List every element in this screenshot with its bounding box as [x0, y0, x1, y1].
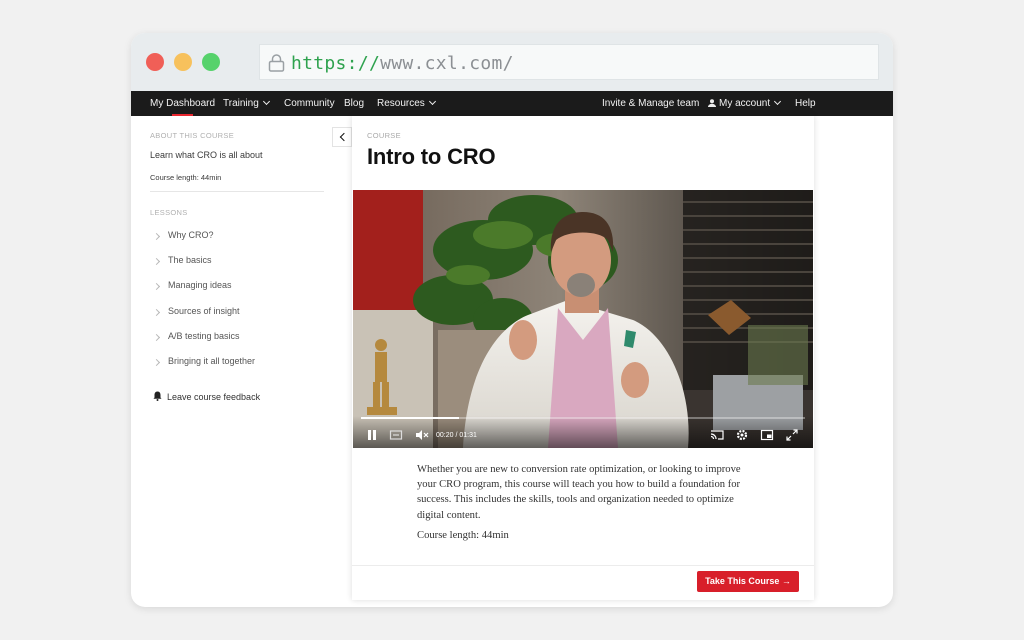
course-card: COURSE Intro to CRO 00:20 / 01:31 Whethe… [352, 116, 814, 600]
nav-help-label: Help [795, 98, 816, 109]
lock-icon [268, 54, 285, 72]
chevron-right-icon [152, 232, 161, 241]
cast-icon[interactable] [710, 428, 724, 442]
about-course-text: Learn what CRO is all about [150, 150, 263, 160]
nav-community-label: Community [284, 98, 335, 109]
nav-resources-label: Resources [377, 98, 425, 109]
nav-invite-label: Invite & Manage team [602, 98, 700, 109]
nav-community[interactable]: Community [284, 91, 335, 116]
pause-icon[interactable] [365, 428, 379, 442]
lesson-label: A/B testing basics [168, 331, 240, 341]
maximize-window-button[interactable] [202, 53, 220, 71]
settings-gear-icon[interactable] [735, 428, 749, 442]
nav-blog-label: Blog [344, 98, 365, 109]
subtitles-icon[interactable] [389, 428, 403, 442]
chevron-right-icon [152, 308, 161, 317]
minimize-window-button[interactable] [174, 53, 192, 71]
user-icon [708, 99, 716, 107]
leave-feedback-label: Leave course feedback [167, 392, 261, 402]
url-scheme: https:// [291, 53, 381, 74]
browser-chrome: https://www.cxl.com/ [131, 33, 893, 91]
lesson-label: Why CRO? [168, 230, 214, 240]
lesson-item[interactable]: Sources of insight [150, 306, 330, 324]
browser-window: https://www.cxl.com/ My Dashboard Traini… [131, 33, 893, 607]
lesson-item[interactable]: Why CRO? [150, 230, 330, 248]
chevron-down-icon [428, 97, 436, 106]
nav-blog[interactable]: Blog [344, 91, 364, 116]
lesson-label: The basics [168, 255, 212, 265]
card-footer-divider [352, 565, 814, 566]
url-text: https://www.cxl.com/ [291, 53, 514, 74]
video-progress-bar[interactable] [361, 417, 805, 419]
nav-help[interactable]: Help [795, 91, 816, 116]
chevron-right-icon [152, 358, 161, 367]
chevron-right-icon [152, 333, 161, 342]
picture-in-picture-icon[interactable] [760, 428, 774, 442]
sidebar-course-length: Course length: 44min [150, 173, 222, 182]
chevron-down-icon [774, 97, 782, 106]
chevron-right-icon [152, 257, 161, 266]
page-title: Intro to CRO [367, 144, 496, 169]
lesson-item[interactable]: Managing ideas [150, 280, 330, 298]
nav-training-label: Training [223, 98, 259, 109]
lesson-item[interactable]: Bringing it all together [150, 356, 330, 374]
nav-my-dashboard[interactable]: My Dashboard [150, 91, 215, 116]
address-bar[interactable]: https://www.cxl.com/ [259, 44, 879, 80]
nav-my-account-label: My account [719, 98, 771, 109]
course-sidebar: ABOUT THIS COURSE Learn what CRO is all … [131, 116, 352, 607]
lesson-item[interactable]: The basics [150, 255, 330, 273]
course-description: Whether you are new to conversion rate o… [417, 464, 741, 521]
chevron-right-icon [152, 282, 161, 291]
fullscreen-icon[interactable] [785, 428, 799, 442]
video-time-separator: / [455, 432, 458, 439]
video-time: 00:20 / 01:31 [436, 432, 477, 439]
about-course-heading: ABOUT THIS COURSE [150, 131, 235, 140]
nav-my-account[interactable]: My account [708, 91, 782, 116]
chevron-down-icon [262, 97, 270, 106]
sidebar-divider [150, 191, 324, 192]
bell-icon [153, 391, 162, 401]
nav-resources[interactable]: Resources [377, 91, 436, 116]
nav-training[interactable]: Training [223, 91, 270, 116]
video-player[interactable]: 00:20 / 01:31 [353, 190, 813, 448]
course-label: COURSE [367, 131, 401, 140]
lesson-item[interactable]: A/B testing basics [150, 331, 330, 349]
course-length: Course length: 44min [417, 530, 509, 541]
video-current-time: 00:20 [436, 432, 454, 439]
nav-invite-manage-team[interactable]: Invite & Manage team [602, 91, 699, 116]
video-duration: 01:31 [459, 432, 477, 439]
lesson-label: Managing ideas [168, 280, 232, 290]
leave-feedback-link[interactable]: Leave course feedback [153, 391, 260, 402]
chevron-left-icon [339, 132, 348, 142]
close-window-button[interactable] [146, 53, 164, 71]
nav-my-dashboard-label: My Dashboard [150, 98, 216, 109]
mute-icon[interactable] [415, 428, 429, 442]
video-progress-fill [361, 417, 459, 419]
lessons-heading: LESSONS [150, 208, 188, 217]
collapse-sidebar-button[interactable] [332, 127, 352, 147]
lesson-label: Sources of insight [168, 306, 240, 316]
url-host: www.cxl.com/ [380, 53, 514, 74]
lesson-label: Bringing it all together [168, 356, 256, 366]
top-navigation: My Dashboard Training Community Blog Res… [131, 91, 893, 116]
video-frame [353, 190, 813, 448]
take-this-course-button[interactable]: Take This Course → [697, 571, 799, 592]
